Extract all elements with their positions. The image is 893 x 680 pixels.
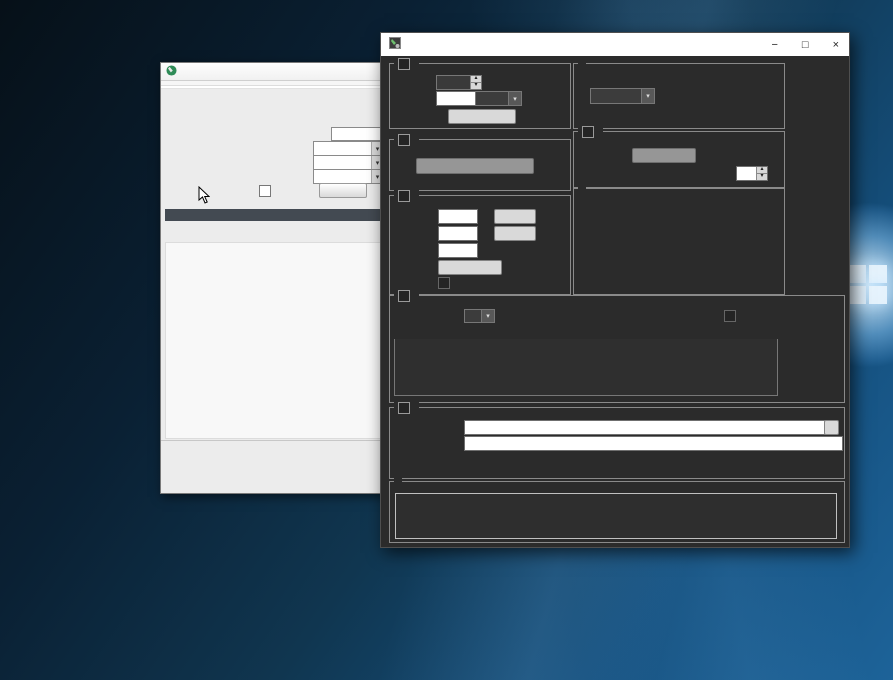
chevron-down-icon: ▾ (641, 89, 654, 103)
spin-down-icon[interactable]: ▾ (756, 173, 767, 180)
z-stacks-group (389, 195, 571, 295)
z-keep-shutter-checkbox (438, 277, 450, 289)
acquisition-order-group: ▾ (573, 63, 785, 129)
interval-input[interactable] (436, 91, 476, 106)
set-start-z-button[interactable] (494, 209, 536, 224)
step-size-input[interactable] (438, 243, 478, 258)
autofocus-group: ▴▾ (573, 131, 785, 189)
shutter-select[interactable]: ▾ (313, 169, 384, 184)
binning-select[interactable]: ▾ (313, 155, 384, 170)
time-points-group: ▴▾ ▾ (389, 63, 571, 129)
auto-shutter-checkbox[interactable] (259, 185, 271, 197)
start-z-input[interactable] (438, 209, 478, 224)
close-icon[interactable]: × (833, 39, 839, 51)
advanced-button[interactable] (448, 109, 516, 124)
mda-app-icon (389, 37, 401, 52)
browse-button[interactable] (824, 420, 839, 435)
name-prefix-input[interactable] (464, 436, 843, 451)
maximize-icon[interactable]: □ (802, 39, 809, 51)
channels-group: ▾ (389, 295, 845, 403)
channels-table-body[interactable] (394, 339, 778, 396)
multiple-positions-group (389, 139, 571, 191)
micromanager-app-icon (166, 65, 177, 79)
desktop: − □ × ▾ ▾ ▾ (0, 0, 893, 680)
z-mode-select[interactable] (438, 260, 502, 275)
mda-dialog: − □ × ▴▾ ▾ ▾ (380, 32, 850, 548)
end-z-input[interactable] (438, 226, 478, 241)
shutter-close-button[interactable] (319, 183, 367, 198)
multiple-positions-checkbox[interactable] (398, 134, 410, 146)
wallpaper-windows-logo (848, 265, 888, 305)
exposure-input[interactable] (331, 127, 383, 141)
summary-group (573, 187, 785, 295)
z-stacks-checkbox[interactable] (398, 190, 410, 202)
channels-checkbox[interactable] (398, 290, 410, 302)
save-images-checkbox[interactable] (398, 402, 410, 414)
count-spinner[interactable]: ▴▾ (436, 75, 482, 90)
changroup-select[interactable]: ▾ (313, 141, 384, 156)
interval-unit-select[interactable]: ▾ (475, 91, 522, 106)
set-end-z-button[interactable] (494, 226, 536, 241)
directory-root-input[interactable] (464, 420, 826, 435)
chevron-down-icon: ▾ (481, 310, 494, 322)
mda-titlebar[interactable]: − □ × (381, 33, 849, 56)
channels-keep-shutter-checkbox (724, 310, 736, 322)
mouse-cursor (198, 186, 210, 209)
save-images-group (389, 407, 845, 479)
time-points-checkbox[interactable] (398, 58, 410, 70)
chevron-down-icon: ▾ (508, 92, 521, 105)
acquisition-comments-group (389, 481, 845, 543)
skip-frames-spinner[interactable]: ▴▾ (736, 166, 768, 181)
comments-textarea[interactable] (395, 493, 837, 539)
autofocus-options-button (632, 148, 696, 163)
edit-position-list-button (416, 158, 534, 174)
acquisition-order-select[interactable]: ▾ (590, 88, 655, 104)
autofocus-checkbox[interactable] (582, 126, 594, 138)
minimize-icon[interactable]: − (771, 39, 777, 51)
channel-group-select[interactable]: ▾ (464, 309, 495, 323)
spin-down-icon[interactable]: ▾ (470, 82, 481, 89)
